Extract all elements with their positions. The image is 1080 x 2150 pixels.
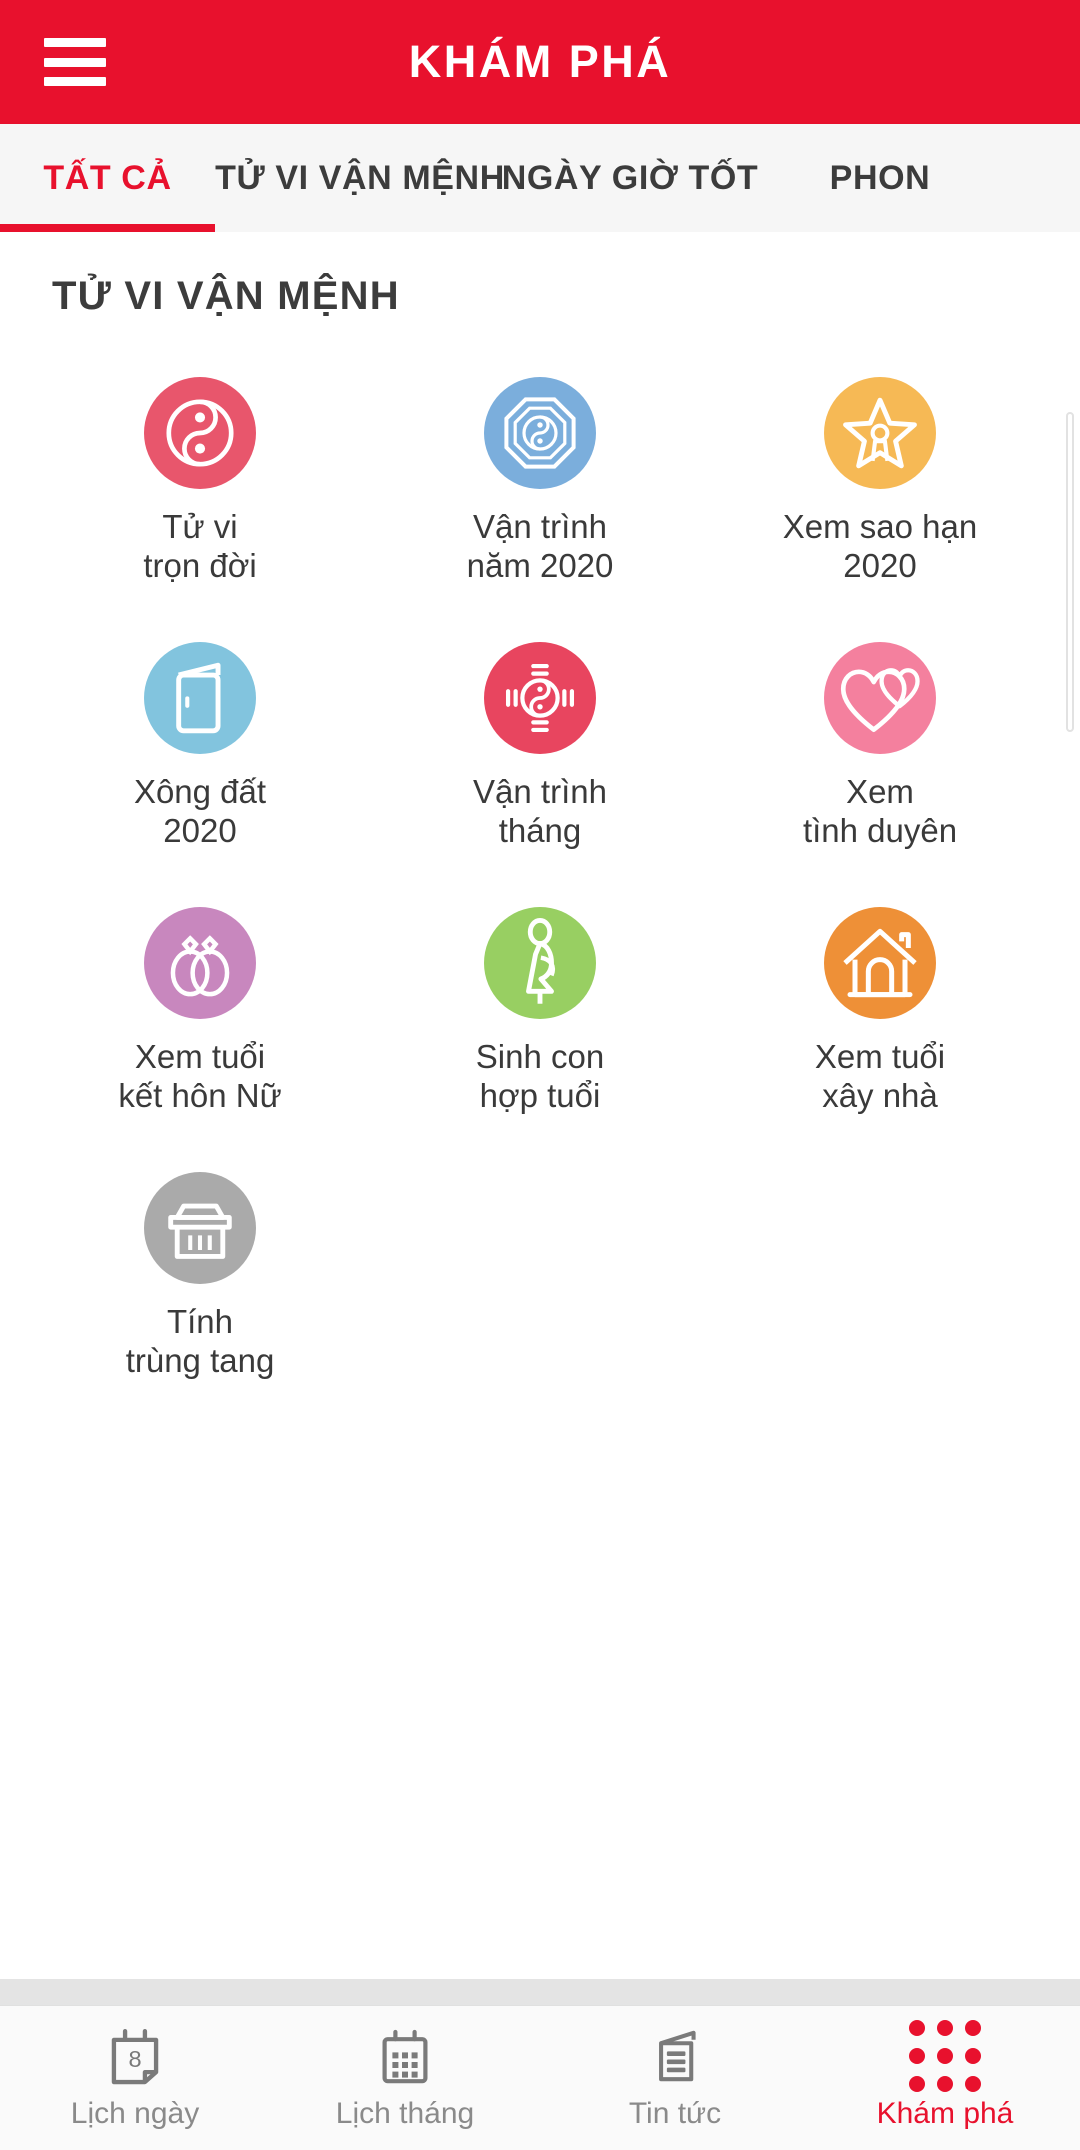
- door-icon: [165, 657, 235, 739]
- bottom-navigation-bar: 8 Lịch ngày Lịch tháng Tin tức Khám phá: [0, 2005, 1080, 2150]
- grid-item-label: Xem tuổi kết hôn Nữ: [118, 1038, 282, 1114]
- house-icon: [838, 923, 922, 1003]
- grid-item-tu-vi-tron-doi[interactable]: Tử vi trọn đời: [30, 359, 370, 624]
- grid-item-xem-tinh-duyen[interactable]: Xem tình duyên: [710, 624, 1050, 889]
- feature-grid: Tử vi trọn đời Vận trình năm 2020 Xem sa…: [0, 319, 1080, 1419]
- nav-item-tin-tuc[interactable]: Tin tức: [540, 2006, 810, 2150]
- pregnant-woman-icon: [509, 918, 571, 1008]
- grid-item-xem-tuoi-xay-nha[interactable]: Xem tuổi xây nhà: [710, 889, 1050, 1154]
- hamburger-bar: [44, 77, 106, 86]
- page-title: KHÁM PHÁ: [408, 36, 672, 87]
- tab-label: TỬ VI VẬN MỆNH: [215, 158, 505, 197]
- nav-item-lich-ngay[interactable]: 8 Lịch ngày: [0, 2006, 270, 2150]
- grid-item-van-trinh-thang[interactable]: Vận trình tháng: [370, 624, 710, 889]
- yin-yang-icon: [161, 394, 239, 472]
- grid-item-label: Xem sao hạn 2020: [782, 508, 978, 584]
- tab-tat-ca[interactable]: TẤT CẢ: [0, 124, 215, 232]
- grid-item-sinh-con-hop-tuoi[interactable]: Sinh con hợp tuổi: [370, 889, 710, 1154]
- content-divider: [0, 1979, 1080, 2005]
- two-hearts-icon: [837, 660, 923, 736]
- vertical-scrollbar[interactable]: [1066, 412, 1074, 732]
- grid-dots-icon: [909, 2020, 981, 2092]
- icon-badge: [144, 1172, 256, 1284]
- grid-item-label: Vận trình năm 2020: [466, 508, 614, 584]
- icon-badge: [144, 642, 256, 754]
- grid-item-van-trinh-nam-2020[interactable]: Vận trình năm 2020: [370, 359, 710, 624]
- svg-text:8: 8: [128, 2046, 141, 2072]
- icon-badge: [824, 642, 936, 754]
- grid-item-label: Sinh con hợp tuổi: [475, 1038, 605, 1114]
- grid-item-xong-dat-2020[interactable]: Xông đất 2020: [30, 624, 370, 889]
- icon-badge: [824, 377, 936, 489]
- icon-badge: [144, 907, 256, 1019]
- icon-badge: [484, 377, 596, 489]
- octagon-yinyang-icon: [500, 393, 580, 473]
- grid-item-label: Xem tuổi xây nhà: [814, 1038, 946, 1114]
- icon-badge: [144, 377, 256, 489]
- news-icon: [646, 2025, 704, 2087]
- app-header: KHÁM PHÁ: [0, 0, 1080, 124]
- day-calendar-icon: 8: [104, 2025, 166, 2087]
- nav-item-label: Lịch tháng: [335, 2097, 475, 2130]
- tab-label: PHON: [829, 158, 931, 197]
- tab-phong-thuy[interactable]: PHON: [755, 124, 1005, 232]
- discover-content: TỬ VI VẬN MỆNH Tử vi trọn đời Vận trình …: [0, 232, 1080, 1922]
- tab-label: TẤT CẢ: [43, 158, 172, 197]
- hamburger-bar: [44, 38, 106, 47]
- hamburger-menu-icon[interactable]: [44, 38, 106, 86]
- grid-item-label: Vận trình tháng: [473, 773, 607, 849]
- star-person-icon: [839, 392, 921, 474]
- grid-item-label: Xem tình duyên: [802, 773, 958, 849]
- nav-item-kham-pha[interactable]: Khám phá: [810, 2006, 1080, 2150]
- tab-ngay-gio-tot[interactable]: NGÀY GIỜ TỐT: [502, 124, 758, 232]
- nav-item-label: Khám phá: [876, 2097, 1014, 2130]
- grid-item-xem-sao-han-2020[interactable]: Xem sao hạn 2020: [710, 359, 1050, 624]
- category-tab-strip[interactable]: TẤT CẢ TỬ VI VẬN MỆNH NGÀY GIỜ TỐT PHON: [0, 124, 1080, 232]
- hamburger-bar: [44, 57, 106, 67]
- tab-tu-vi-van-menh[interactable]: TỬ VI VẬN MỆNH: [215, 124, 505, 232]
- section-heading: TỬ VI VẬN MỆNH: [52, 274, 400, 318]
- wedding-rings-icon: [159, 922, 241, 1004]
- grid-item-tinh-trung-tang[interactable]: Tính trùng tang: [30, 1154, 370, 1419]
- nav-item-label: Lịch ngày: [70, 2097, 200, 2130]
- tomb-shrine-icon: [159, 1193, 241, 1263]
- month-calendar-icon: [375, 2025, 435, 2087]
- nav-item-lich-thang[interactable]: Lịch tháng: [270, 2006, 540, 2150]
- grid-item-label: Tính trùng tang: [125, 1303, 275, 1379]
- icon-badge: [824, 907, 936, 1019]
- grid-item-xem-tuoi-ket-hon-nu[interactable]: Xem tuổi kết hôn Nữ: [30, 889, 370, 1154]
- icon-badge: [484, 642, 596, 754]
- dot-grid: [909, 2020, 981, 2092]
- grid-item-label: Tử vi trọn đời: [143, 508, 257, 584]
- bagua-yinyang-icon: [498, 656, 582, 740]
- grid-item-label: Xông đất 2020: [133, 773, 267, 849]
- tab-label: NGÀY GIỜ TỐT: [501, 158, 759, 197]
- nav-item-label: Tin tức: [628, 2097, 722, 2130]
- icon-badge: [484, 907, 596, 1019]
